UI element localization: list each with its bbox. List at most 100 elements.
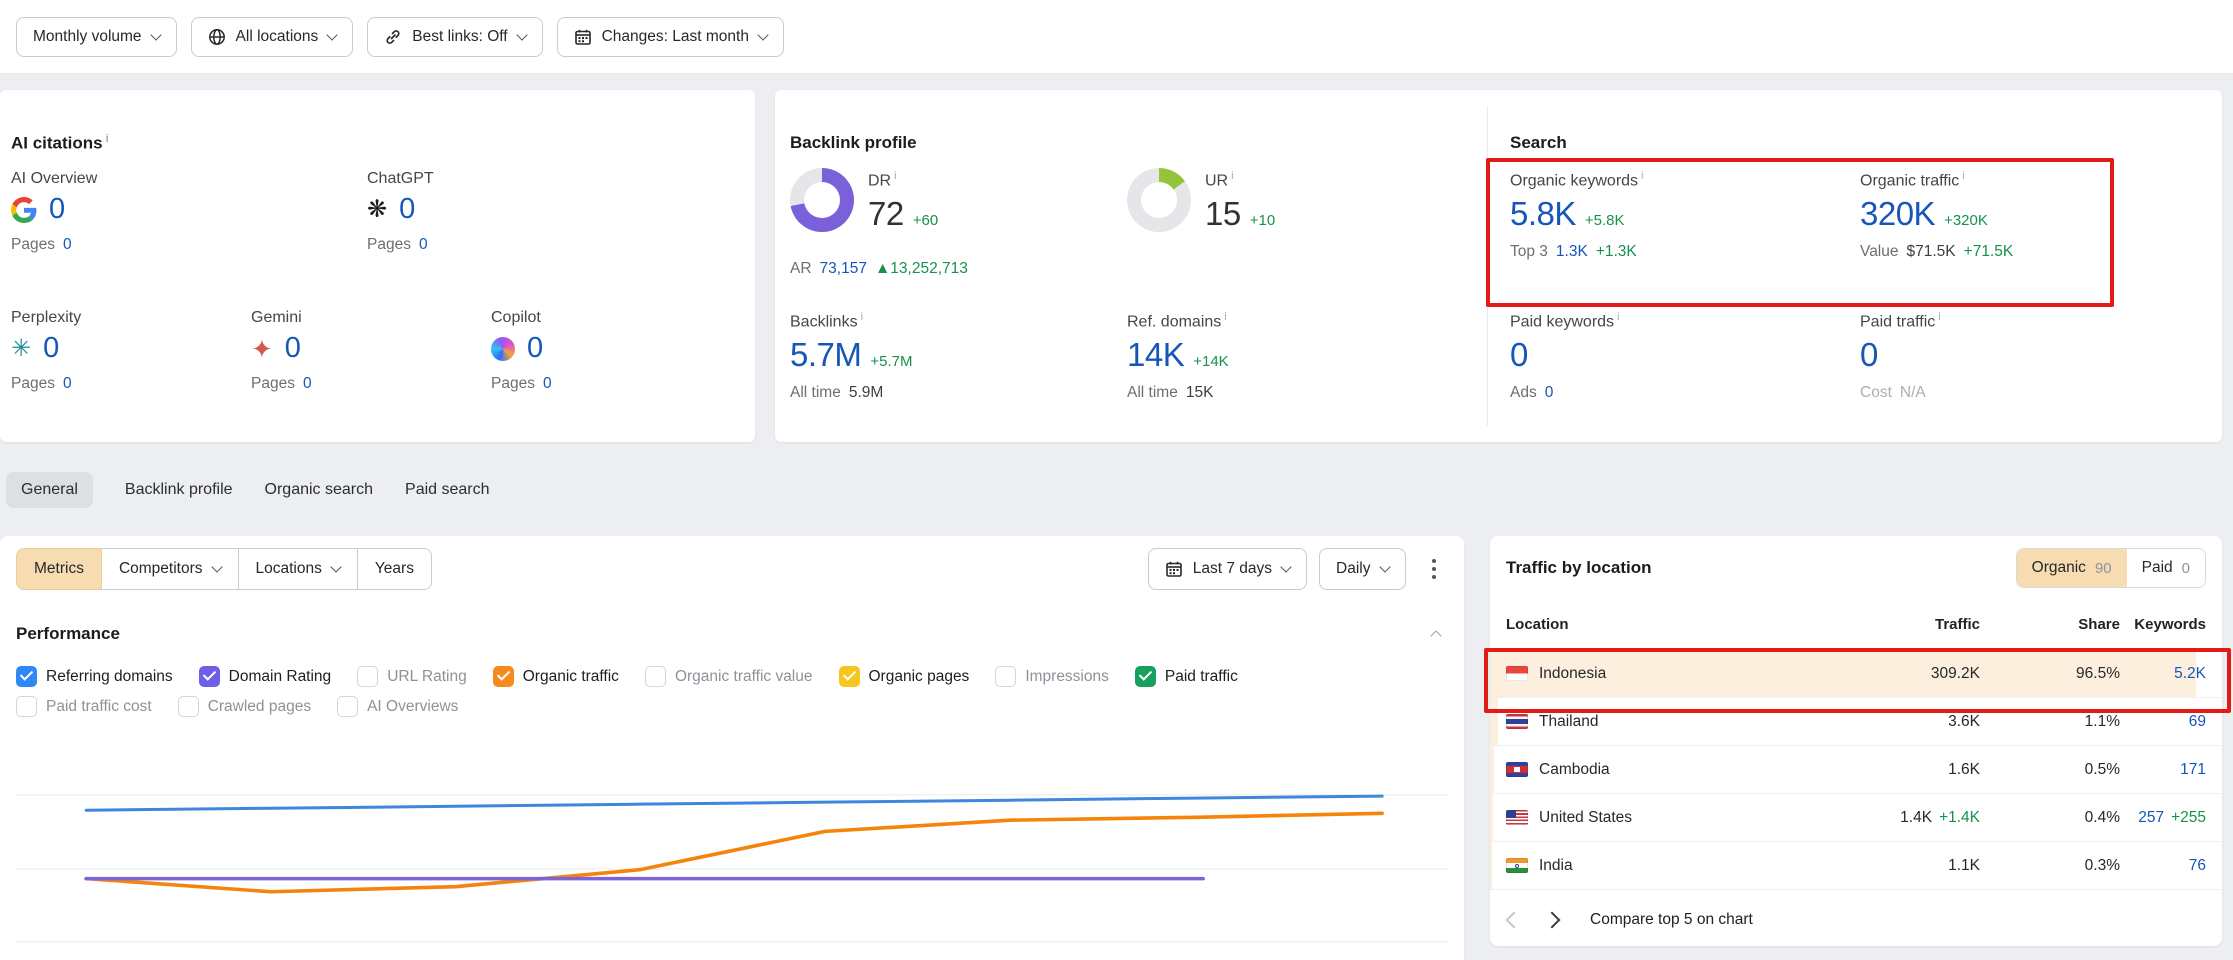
backlinks-delta: +5.7M	[870, 353, 912, 370]
ur-delta: +10	[1250, 212, 1275, 229]
next-page-chevron-icon[interactable]	[1544, 912, 1561, 929]
tab-organic-search[interactable]: Organic search	[265, 472, 374, 508]
col-share: Share	[1980, 616, 2120, 633]
dr-label: DR	[868, 170, 938, 190]
backlinks-value[interactable]: 5.7M	[790, 337, 861, 373]
paid-traffic-value[interactable]: 0	[1860, 337, 1878, 373]
keywords-count-link[interactable]: 257	[2138, 809, 2164, 826]
value-label: Value	[1860, 243, 1899, 261]
metric-checkbox-url-rating[interactable]: URL Rating	[357, 666, 467, 687]
traffic-table-header: Location Traffic Share Keywords	[1490, 600, 2222, 650]
paid-keywords-label: Paid keywords	[1510, 311, 1830, 331]
unchecked-checkbox-icon[interactable]	[178, 696, 199, 717]
keywords-cell: 5.2K	[2120, 665, 2206, 683]
changes-dropdown[interactable]: Changes: Last month	[557, 17, 784, 57]
traffic-table-body: Indonesia309.2K96.5%5.2KThailand3.6K1.1%…	[1490, 650, 2222, 890]
organic-traffic-value[interactable]: 320K	[1860, 196, 1935, 232]
metric-checkbox-impressions[interactable]: Impressions	[995, 666, 1109, 687]
unchecked-checkbox-icon[interactable]	[337, 696, 358, 717]
pages-count-link[interactable]: 0	[63, 236, 72, 254]
collapse-chevron-up-icon[interactable]	[1430, 630, 1441, 641]
tab-paid-search[interactable]: Paid search	[405, 472, 490, 508]
date-controls: Last 7 days Daily	[1148, 548, 1444, 590]
granularity-dropdown[interactable]: Daily	[1319, 548, 1405, 590]
pages-count-link[interactable]: 0	[543, 375, 552, 393]
metric-checkbox-crawled-pages[interactable]: Crawled pages	[178, 696, 311, 717]
toggle-paid[interactable]: Paid0	[2127, 549, 2205, 587]
organic-keywords-value[interactable]: 5.8K	[1510, 196, 1576, 232]
share-cell: 96.5%	[1980, 665, 2120, 683]
keywords-count-link[interactable]: 76	[2189, 857, 2206, 874]
checkbox-label: Paid traffic	[1165, 668, 1238, 686]
metric-checkbox-paid-traffic[interactable]: Paid traffic	[1135, 666, 1238, 687]
keywords-count-link[interactable]: 171	[2180, 761, 2206, 778]
checked-checkbox-icon[interactable]	[1135, 666, 1156, 687]
gemini-icon: ✦	[251, 336, 273, 362]
info-icon	[1641, 170, 1643, 182]
previous-page-chevron-icon[interactable]	[1506, 912, 1523, 929]
metric-checkbox-organic-pages[interactable]: Organic pages	[839, 666, 970, 687]
us-flag-icon	[1506, 810, 1528, 825]
traffic-panel-header: Traffic by location Organic90 Paid0	[1490, 536, 2222, 600]
checkbox-label: AI Overviews	[367, 698, 458, 716]
table-row-th[interactable]: Thailand3.6K1.1%69	[1490, 698, 2222, 746]
toggle-organic[interactable]: Organic90	[2017, 549, 2127, 587]
backlink-search-card: Backlink profile DR 72+60 UR 15+10 AR 73…	[775, 90, 2222, 442]
unchecked-checkbox-icon[interactable]	[645, 666, 666, 687]
locations-dropdown[interactable]: All locations	[191, 17, 354, 57]
performance-line-chart[interactable]	[16, 762, 1448, 958]
metric-checkbox-domain-rating[interactable]: Domain Rating	[199, 666, 332, 687]
keywords-count-link[interactable]: 69	[2189, 713, 2206, 730]
gemini-label: Gemini	[251, 309, 471, 327]
monthly-volume-dropdown[interactable]: Monthly volume	[16, 17, 177, 57]
tab-general[interactable]: General	[6, 472, 93, 508]
checkbox-label: Crawled pages	[208, 698, 311, 716]
checked-checkbox-icon[interactable]	[199, 666, 220, 687]
metric-checkbox-paid-traffic-cost[interactable]: Paid traffic cost	[16, 696, 152, 717]
traffic-cell: 1.1K	[1860, 857, 1980, 875]
tab-backlink-profile[interactable]: Backlink profile	[125, 472, 233, 508]
unchecked-checkbox-icon[interactable]	[357, 666, 378, 687]
traffic-cell: 309.2K	[1860, 665, 1980, 683]
table-row-id[interactable]: Indonesia309.2K96.5%5.2K	[1490, 650, 2222, 698]
pages-count-link[interactable]: 0	[419, 236, 428, 254]
share-bar	[1490, 746, 1494, 793]
best-links-dropdown[interactable]: Best links: Off	[367, 17, 542, 57]
ref-domains-value[interactable]: 14K	[1127, 337, 1184, 373]
unchecked-checkbox-icon[interactable]	[995, 666, 1016, 687]
ar-value-link[interactable]: 73,157	[820, 260, 867, 278]
metric-checkbox-ai-overviews[interactable]: AI Overviews	[337, 696, 458, 717]
metric-checkbox-organic-traffic-value[interactable]: Organic traffic value	[645, 666, 813, 687]
perplexity-icon: ✳	[11, 337, 31, 361]
unchecked-checkbox-icon[interactable]	[16, 696, 37, 717]
link-icon	[384, 28, 402, 46]
checked-checkbox-icon[interactable]	[16, 666, 37, 687]
checked-checkbox-icon[interactable]	[493, 666, 514, 687]
changes-label: Changes: Last month	[602, 28, 749, 46]
segment-locations[interactable]: Locations	[238, 548, 358, 590]
more-options-kebab-icon[interactable]	[1424, 549, 1445, 590]
table-row-kh[interactable]: Cambodia1.6K0.5%171	[1490, 746, 2222, 794]
ur-label: UR	[1205, 170, 1275, 190]
th-flag-icon	[1506, 714, 1528, 729]
metric-checkbox-referring-domains[interactable]: Referring domains	[16, 666, 173, 687]
ai-overview-value: 0	[49, 194, 65, 226]
table-row-us[interactable]: United States1.4K+1.4K0.4%257+255	[1490, 794, 2222, 842]
pages-count-link[interactable]: 0	[63, 375, 72, 393]
chevron-down-icon	[330, 561, 341, 572]
paid-keywords-value[interactable]: 0	[1510, 337, 1528, 373]
top3-value-link[interactable]: 1.3K	[1556, 243, 1588, 261]
segment-years[interactable]: Years	[357, 548, 432, 590]
ads-count-link[interactable]: 0	[1545, 384, 1554, 402]
locations-label: All locations	[236, 28, 319, 46]
ref-domains-label: Ref. domains	[1127, 311, 1427, 331]
date-range-dropdown[interactable]: Last 7 days	[1148, 548, 1307, 590]
dr-donut-chart	[790, 168, 854, 232]
checked-checkbox-icon[interactable]	[839, 666, 860, 687]
segment-metrics[interactable]: Metrics	[16, 548, 102, 590]
table-row-in[interactable]: India1.1K0.3%76	[1490, 842, 2222, 890]
pages-count-link[interactable]: 0	[303, 375, 312, 393]
segment-competitors[interactable]: Competitors	[101, 548, 239, 590]
metric-checkbox-organic-traffic[interactable]: Organic traffic	[493, 666, 619, 687]
keywords-count-link[interactable]: 5.2K	[2174, 665, 2206, 682]
